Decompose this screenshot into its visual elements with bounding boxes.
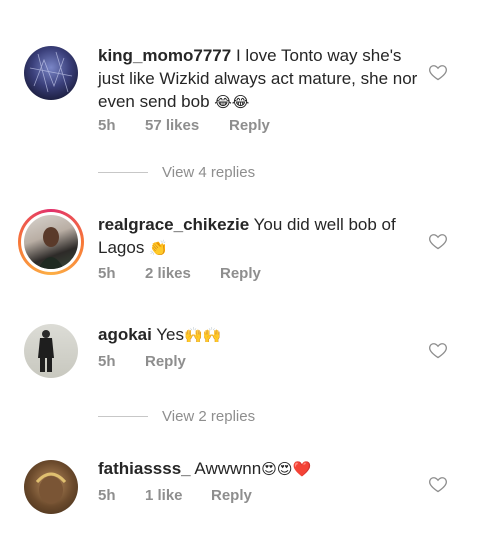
username[interactable]: agokai [98,325,152,344]
timestamp: 5h [98,117,116,134]
comment-body: Yes [156,325,185,344]
reply-button[interactable]: Reply [220,265,261,282]
comment-text: agokai Yes🙌🙌 [98,323,418,347]
comment-meta: 5h Reply [98,353,186,370]
view-replies-label: View 2 replies [162,408,256,425]
comment-body: Awwwnn [194,459,262,478]
heart-outline-icon[interactable] [428,231,448,251]
comment-meta: 5h 57 likes Reply [98,117,270,134]
heart-outline-icon[interactable] [428,62,448,82]
timestamp: 5h [98,265,116,282]
username[interactable]: king_momo7777 [98,46,231,65]
likes-count[interactable]: 1 like [145,487,211,504]
view-replies-button[interactable]: View 4 replies [98,164,255,181]
username[interactable]: fathiassss_ [98,459,191,478]
story-ring[interactable] [18,209,84,275]
heart-outline-icon[interactable] [428,474,448,494]
divider [98,172,148,173]
emoji: 🙌🙌 [184,326,222,344]
avatar[interactable] [24,46,78,100]
comment-meta: 5h 1 like Reply [98,487,252,504]
emoji: 😍😍❤️ [261,460,312,478]
view-replies-button[interactable]: View 2 replies [98,408,255,425]
divider [98,416,148,417]
view-replies-label: View 4 replies [162,164,256,181]
comment-meta: 5h 2 likes Reply [98,265,261,282]
likes-count[interactable]: 57 likes [145,117,229,134]
avatar [24,215,78,269]
emoji: 😂😂 [214,93,250,111]
likes-count[interactable]: 2 likes [145,265,220,282]
reply-button[interactable]: Reply [211,487,252,504]
avatar[interactable] [24,460,78,514]
reply-button[interactable]: Reply [145,353,186,370]
username[interactable]: realgrace_chikezie [98,215,249,234]
timestamp: 5h [98,487,116,504]
reply-button[interactable]: Reply [229,117,270,134]
emoji: 👏 [149,239,168,257]
comment-text: fathiassss_ Awwwnn😍😍❤️ [98,457,418,481]
timestamp: 5h [98,353,116,370]
avatar[interactable] [24,324,78,378]
comment-text: realgrace_chikezie You did well bob of L… [98,213,418,260]
heart-outline-icon[interactable] [428,340,448,360]
comment-text: king_momo7777 I love Tonto way she's jus… [98,44,418,114]
